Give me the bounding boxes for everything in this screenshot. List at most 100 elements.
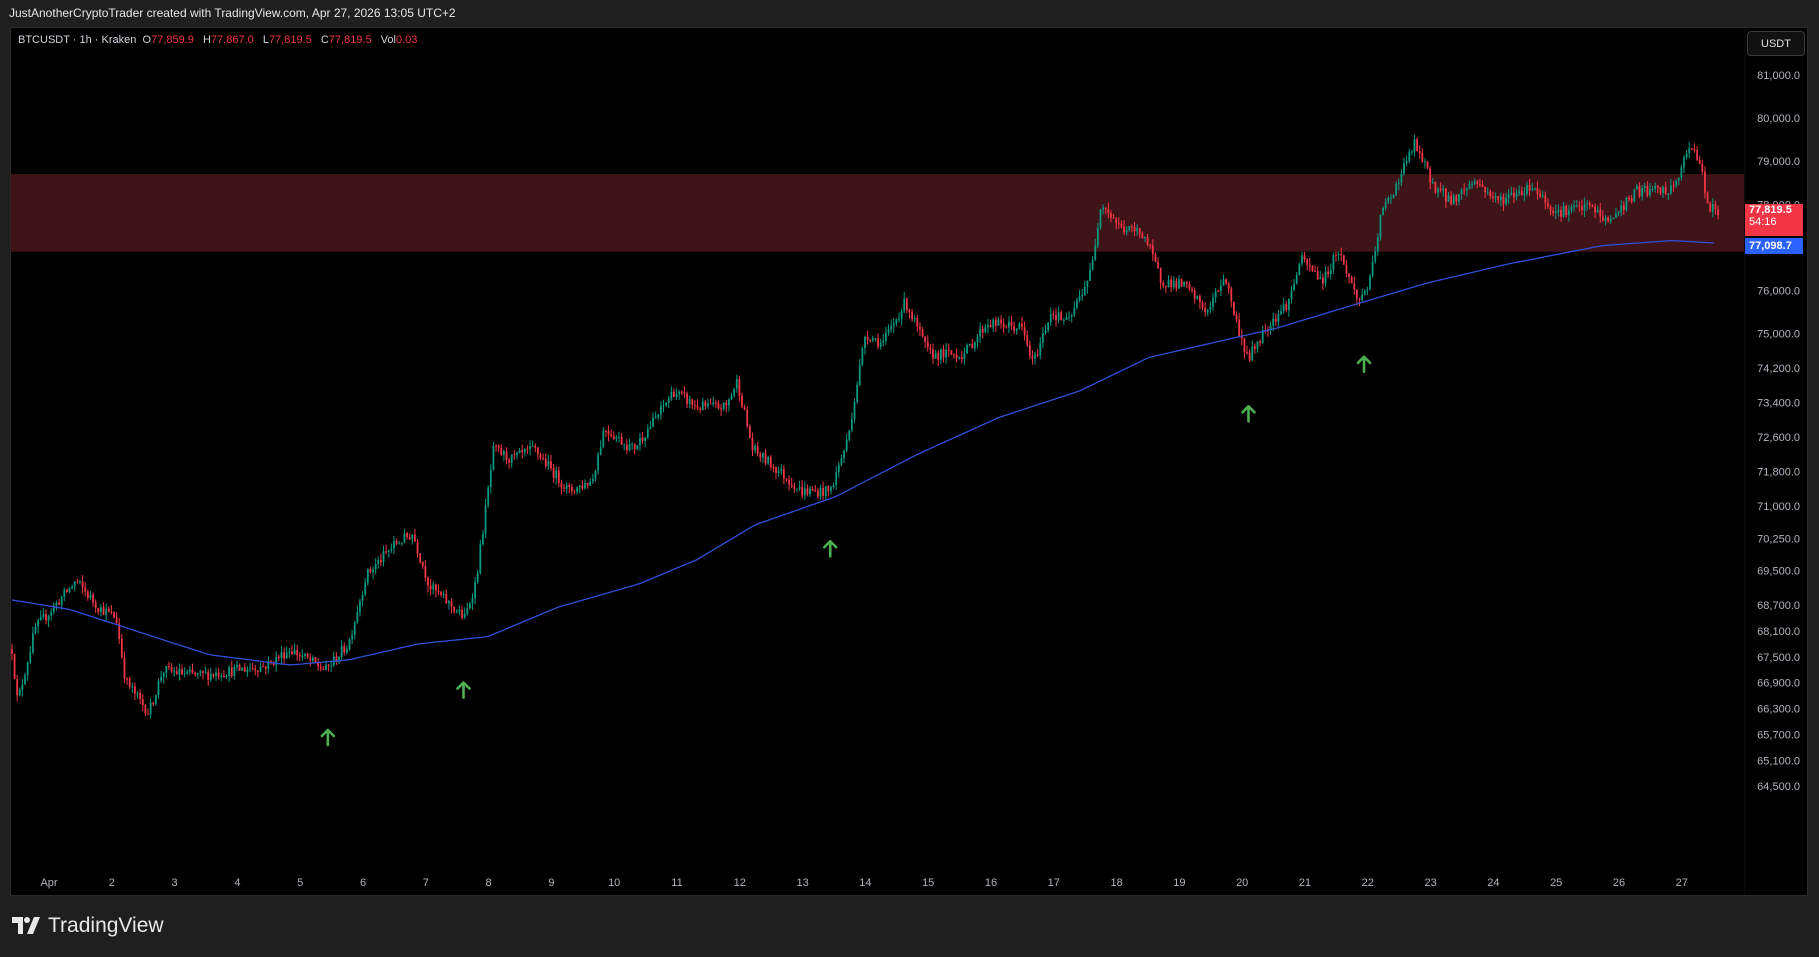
tradingview-logo[interactable]: TradingView — [12, 914, 164, 938]
candle-body — [1434, 182, 1437, 193]
candle-body — [576, 487, 579, 493]
currency-button[interactable]: USDT — [1747, 31, 1805, 56]
candle-body — [1557, 210, 1560, 212]
candle-body — [780, 469, 783, 472]
candle-body — [1238, 319, 1241, 336]
candle-body — [468, 603, 471, 609]
candle-body — [1282, 304, 1285, 312]
candle-body — [534, 445, 537, 448]
candle-body — [1225, 279, 1227, 284]
candle-body — [675, 394, 678, 397]
candle-body — [683, 392, 686, 394]
candle-body — [767, 457, 770, 464]
candle-body — [699, 408, 702, 410]
candle-body — [895, 319, 898, 324]
candle-body — [1578, 205, 1581, 207]
candle-body — [68, 587, 71, 592]
candle-body — [1570, 207, 1573, 211]
candle-body — [1515, 193, 1518, 198]
candle-body — [1607, 217, 1610, 222]
candle-body — [246, 669, 249, 672]
candle-body — [1217, 290, 1220, 292]
x-tick-label: 11 — [671, 877, 682, 889]
candle-body — [1188, 283, 1191, 290]
candle-body — [251, 668, 254, 670]
candle-body — [743, 407, 746, 410]
candle-body — [848, 430, 851, 440]
candle-body — [277, 656, 280, 659]
candle-body — [845, 439, 848, 451]
candle-body — [1154, 254, 1157, 262]
candle-body — [39, 616, 42, 621]
candle-body — [228, 667, 231, 677]
candle-body — [714, 402, 717, 404]
candle-body — [1552, 210, 1555, 214]
x-tick-label: 4 — [234, 877, 240, 889]
candle-body — [911, 312, 913, 319]
candle-body — [984, 327, 987, 333]
candle-body — [1353, 283, 1356, 291]
candle-body — [1544, 195, 1547, 203]
candle-body — [992, 319, 995, 328]
candle-body — [1301, 255, 1303, 264]
candle-body — [55, 602, 58, 606]
candle-body — [1199, 296, 1201, 303]
candle-body — [623, 444, 626, 446]
candle-body — [919, 326, 921, 330]
candle-body — [1531, 188, 1534, 191]
candle-body — [29, 652, 32, 663]
candle-body — [1329, 269, 1332, 275]
candle-body — [636, 445, 639, 450]
candle-body — [644, 437, 647, 441]
candle-body — [1565, 205, 1568, 215]
candle-body — [1413, 139, 1416, 152]
candle-body — [1120, 223, 1123, 227]
candle-body — [199, 671, 202, 674]
candle-body — [1371, 261, 1374, 276]
candle-body — [230, 667, 233, 676]
candle-body — [1379, 214, 1382, 238]
x-tick-label: 5 — [297, 877, 303, 889]
candle-body — [86, 591, 89, 598]
candle-body — [963, 353, 966, 360]
candle-body — [222, 676, 225, 678]
symbol-info[interactable]: BTCUSDT · 1h · Kraken — [18, 34, 136, 46]
candle-body — [403, 533, 406, 543]
candle-body — [416, 541, 419, 554]
candle-body — [1233, 301, 1235, 315]
candle-body — [785, 478, 788, 480]
candle-body — [58, 602, 60, 605]
candle-body — [1285, 304, 1288, 311]
candle-body — [181, 668, 183, 675]
candle-body — [1327, 271, 1330, 275]
chart-canvas[interactable]: 81,000.080,000.079,000.078,000.076,000.0… — [0, 0, 1819, 957]
candle-body — [194, 672, 197, 675]
candle-body — [1444, 188, 1447, 202]
candle-body — [1403, 163, 1405, 174]
candle-body — [115, 617, 118, 624]
candle-body — [327, 664, 330, 666]
candle-body — [869, 339, 872, 341]
candle-body — [1429, 168, 1432, 183]
candle-body — [518, 450, 521, 453]
candle-body — [882, 340, 885, 343]
candle-body — [1510, 192, 1513, 195]
candle-body — [170, 667, 173, 672]
candle-body — [712, 402, 715, 405]
x-tick-label: 18 — [1110, 877, 1122, 889]
candle-body — [924, 336, 927, 342]
candle-body — [1481, 184, 1484, 188]
candle-body — [801, 486, 804, 496]
candle-body — [442, 593, 445, 595]
candle-body — [667, 398, 670, 403]
last-price-label: 77,819.5 54:16 — [1745, 204, 1803, 236]
candle-body — [89, 594, 92, 598]
candle-body — [461, 609, 463, 618]
candle-body — [471, 598, 474, 604]
candle-body — [283, 652, 285, 659]
candle-body — [542, 458, 545, 460]
candle-body — [696, 405, 699, 409]
candle-body — [178, 668, 181, 675]
candle-body — [207, 672, 210, 680]
candle-body — [1633, 189, 1636, 202]
